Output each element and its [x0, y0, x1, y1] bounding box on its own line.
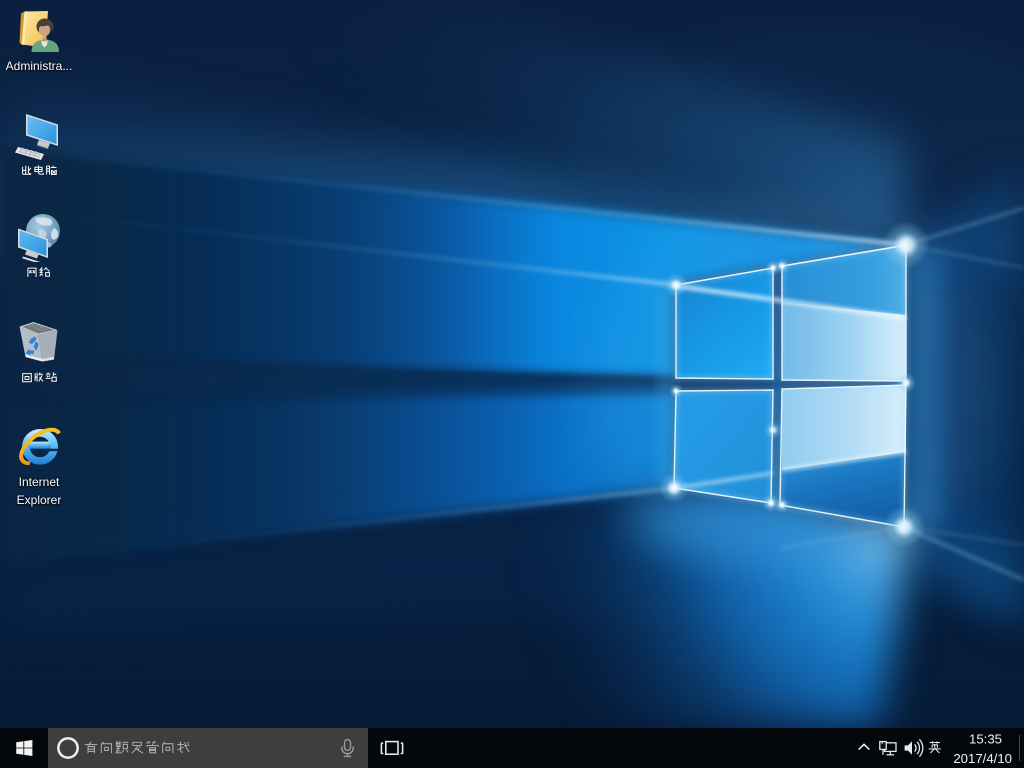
svg-text:15:35: 15:35 — [969, 732, 1002, 747]
svg-text:2017/4/10: 2017/4/10 — [953, 751, 1012, 766]
